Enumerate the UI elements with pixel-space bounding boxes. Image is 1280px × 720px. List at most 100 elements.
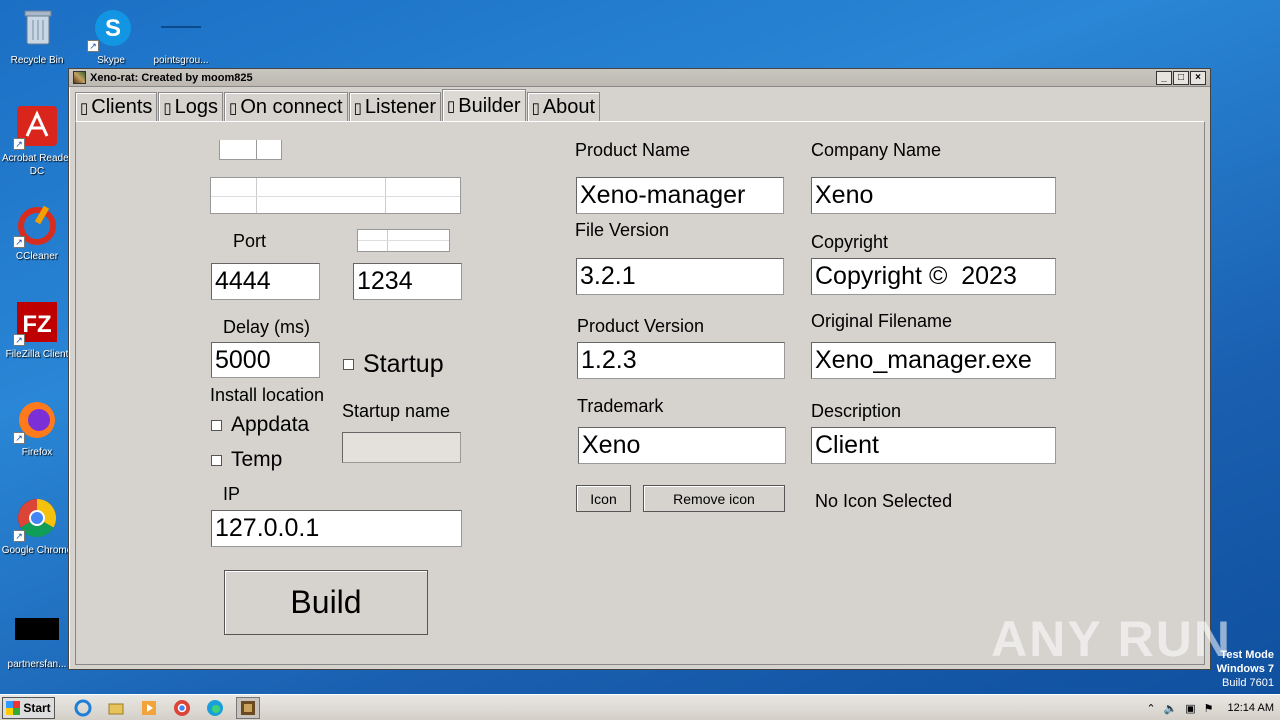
show-hidden-icons-icon[interactable]: ⌃	[1146, 702, 1155, 715]
test-mode-line: Windows 7	[1216, 663, 1274, 675]
action-center-flag-icon[interactable]: ⚑	[1204, 702, 1214, 715]
desktop-icon-firefox[interactable]: ↗ Firefox	[1, 398, 73, 459]
product-version-input[interactable]	[577, 342, 785, 379]
chrome-taskbar-icon[interactable]	[170, 697, 194, 719]
description-label: Description	[811, 401, 902, 421]
skype-icon: S ↗	[87, 6, 133, 52]
checkbox-box[interactable]	[343, 359, 354, 370]
remove-icon-button[interactable]: Remove icon	[643, 485, 785, 512]
port-label: Port	[233, 231, 267, 251]
install-location-label: Install location	[210, 385, 325, 405]
tab-clients[interactable]: ▯ Clients	[75, 92, 158, 122]
desktop-icon-ccleaner[interactable]: ↗ CCleaner	[1, 202, 73, 263]
build-button[interactable]: Build	[224, 570, 428, 635]
file-icon	[159, 6, 203, 50]
ip-input[interactable]	[211, 510, 462, 547]
media-player-icon[interactable]	[137, 697, 161, 719]
shortcut-arrow-icon: ↗	[13, 432, 25, 444]
tab-builder[interactable]: ▯ Builder	[442, 89, 526, 122]
svg-text:FZ: FZ	[22, 311, 51, 338]
desktop-icon-label: Acrobat Reader DC	[1, 153, 73, 177]
description-input[interactable]	[811, 427, 1056, 464]
ip-label: IP	[223, 484, 241, 504]
file-icon	[15, 610, 59, 654]
volume-icon[interactable]: 🔈	[1164, 702, 1178, 715]
desktop-icon-chrome[interactable]: ↗ Google Chrome	[1, 496, 73, 557]
trademark-input[interactable]	[578, 427, 786, 464]
tab-label: Clients	[91, 96, 153, 118]
desktop-icon-label: Skype	[97, 55, 125, 66]
edge-icon[interactable]	[203, 697, 227, 719]
filezilla-icon: FZ ↗	[13, 300, 59, 346]
desktop-icon-label: partnersfan...	[7, 659, 67, 670]
anyrun-watermark: ANY RUN	[991, 611, 1232, 667]
system-tray: ⌃ 🔈 ▣ ⚑ 12:14 AM	[1138, 695, 1280, 720]
checkbox-box[interactable]	[211, 454, 222, 466]
product-name-input[interactable]	[576, 177, 784, 214]
secondary-port-input[interactable]	[353, 263, 462, 300]
company-name-input[interactable]	[811, 177, 1056, 214]
checkbox-box[interactable]	[211, 419, 222, 431]
start-button[interactable]: Start	[2, 696, 55, 719]
desktop-icon-pointsgroup[interactable]: pointsgrou...	[145, 6, 217, 67]
desktop-icon-recycle-bin[interactable]: Recycle Bin	[1, 6, 73, 67]
tab-glyph-icon: ▯	[353, 99, 362, 117]
windows-flag-icon	[6, 700, 21, 715]
startup-checkbox[interactable]: Startup	[343, 350, 444, 379]
copyright-label: Copyright	[811, 232, 889, 252]
company-name-label: Company Name	[811, 140, 942, 160]
tab-glyph-icon: ▯	[447, 98, 456, 115]
tab-glyph-icon: ▯	[163, 99, 172, 117]
port-list-header	[357, 229, 450, 252]
startup-name-input[interactable]	[342, 432, 461, 463]
file-version-label: File Version	[575, 220, 670, 240]
builder-panel: Port Delay (ms) Startup Install location…	[75, 121, 1205, 665]
tab-about[interactable]: ▯ About	[526, 92, 601, 122]
shortcut-arrow-icon: ↗	[13, 138, 25, 150]
ccleaner-icon: ↗	[13, 202, 59, 248]
desktop-icon-acrobat[interactable]: ↗ Acrobat Reader DC	[1, 104, 73, 178]
window-titlebar[interactable]: Xeno-rat: Created by moom825 _ □ ×	[69, 69, 1210, 87]
tab-label: On connect	[240, 96, 343, 118]
icon-button[interactable]: Icon	[576, 485, 631, 512]
original-filename-input[interactable]	[811, 342, 1056, 379]
desktop-icon-filezilla[interactable]: FZ ↗ FileZilla Client	[1, 300, 73, 361]
desktop-icon-skype[interactable]: S ↗ Skype	[75, 6, 147, 67]
desktop-icon-partnersfan[interactable]: partnersfan...	[1, 610, 73, 671]
internet-explorer-icon[interactable]	[71, 697, 95, 719]
copyright-input[interactable]	[811, 258, 1056, 295]
port-input[interactable]	[211, 263, 320, 300]
original-filename-label: Original Filename	[811, 311, 953, 331]
tab-logs[interactable]: ▯ Logs	[158, 92, 224, 122]
desktop-icon-label: FileZilla Client	[5, 349, 69, 360]
recycle-bin-icon	[15, 6, 59, 50]
file-explorer-icon[interactable]	[104, 697, 128, 719]
network-icon[interactable]: ▣	[1185, 702, 1195, 715]
desktop-icon-label: CCleaner	[15, 251, 59, 262]
svg-text:S: S	[105, 15, 121, 42]
acrobat-icon: ↗	[13, 104, 59, 150]
clock[interactable]: 12:14 AM	[1228, 702, 1274, 714]
ip-port-list[interactable]	[210, 177, 461, 214]
tab-label: Builder	[458, 94, 521, 117]
test-mode-line: Test Mode	[1220, 649, 1274, 661]
desktop-icon-label: Recycle Bin	[10, 55, 64, 66]
tab-label: About	[542, 96, 596, 118]
test-mode-notice: Test Mode Windows 7 Build 7601	[1217, 648, 1274, 690]
maximize-button[interactable]: □	[1173, 70, 1189, 85]
close-button[interactable]: ×	[1190, 70, 1206, 85]
xeno-rat-taskbar-icon[interactable]	[236, 696, 260, 719]
tab-on-connect[interactable]: ▯ On connect	[224, 92, 348, 122]
delay-input[interactable]	[211, 342, 320, 378]
test-mode-line: Build 7601	[1222, 677, 1274, 689]
temp-checkbox[interactable]: Temp	[211, 448, 282, 472]
appdata-checkbox[interactable]: Appdata	[211, 413, 309, 437]
desktop-icon-label: pointsgrou...	[153, 55, 209, 66]
startup-name-label: Startup name	[342, 401, 451, 421]
tab-glyph-icon: ▯	[80, 99, 89, 117]
tab-listener[interactable]: ▯ Listener	[348, 92, 442, 122]
taskbar: Start ⌃ 🔈 ▣ ⚑ 12:14 AM	[0, 694, 1280, 720]
file-version-input[interactable]	[576, 258, 784, 295]
tab-glyph-icon: ▯	[229, 99, 238, 117]
minimize-button[interactable]: _	[1156, 70, 1172, 85]
